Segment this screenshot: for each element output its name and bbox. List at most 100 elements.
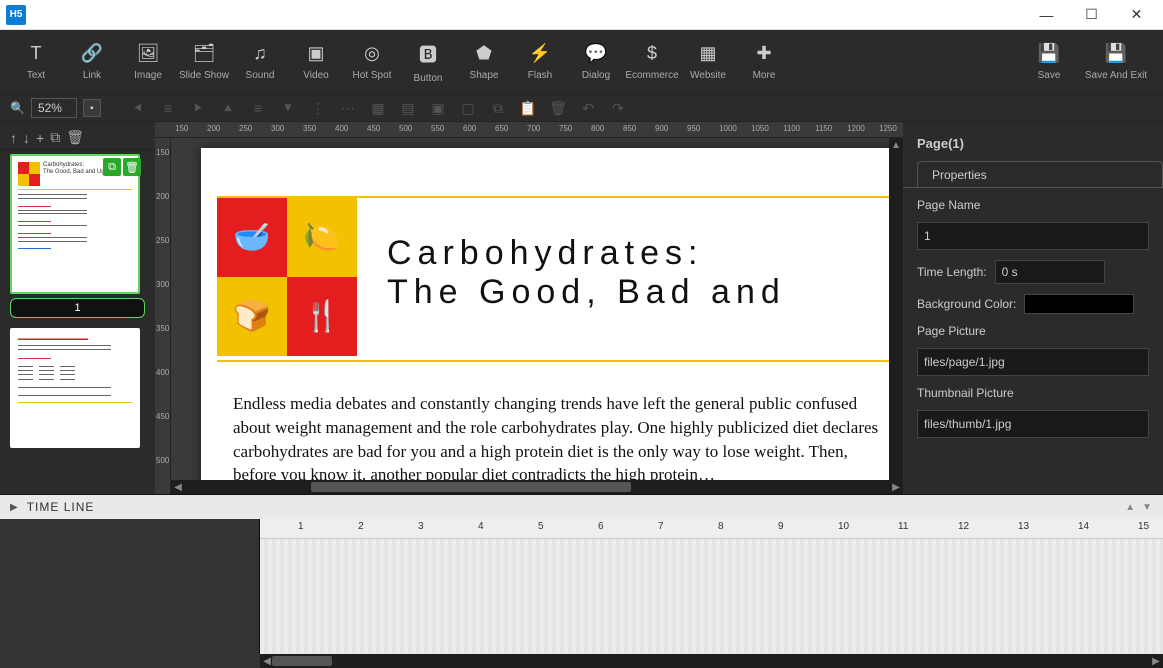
workspace: ↑ ↓ + ⧉ 🗑 Carbohydrates:The Good, Bad an… [0, 122, 1163, 494]
thumb-picture-input[interactable] [917, 410, 1149, 438]
window-controls: — ☐ ✕ [1024, 0, 1159, 30]
canvas-scrollbar-horizontal[interactable]: ◀ ▶ [171, 480, 903, 494]
page-name-input[interactable] [917, 222, 1149, 250]
more-icon: ✚ [756, 43, 771, 64]
page-picture-label: Page Picture [917, 324, 1149, 338]
tool-shape[interactable]: ⬟Shape [458, 43, 510, 81]
timeline-scrollbar[interactable]: ◀ ▶ [260, 654, 1163, 668]
align-top-button[interactable]: ⯅ [217, 97, 239, 119]
canvas-scrollbar-vertical[interactable]: ▲ [889, 138, 903, 480]
copy-button[interactable]: ⧉ [487, 97, 509, 119]
timeline-header[interactable]: ▶ TIME LINE ▲ ▼ [0, 495, 1163, 519]
bg-color-swatch[interactable] [1024, 294, 1134, 314]
save-exit-label: Save And Exit [1085, 70, 1147, 81]
tool-website[interactable]: ▦Website [682, 43, 734, 81]
bg-color-label: Background Color: [917, 297, 1016, 311]
doc-icon-grid: 🥣 🍋 🍞 🍴 [217, 198, 357, 356]
tool-dialog[interactable]: 💬Dialog [570, 43, 622, 81]
tool-text[interactable]: TText [10, 43, 62, 81]
tool-image[interactable]: 🖼Image [122, 43, 174, 81]
maximize-button[interactable]: ☐ [1069, 0, 1114, 30]
tool-video[interactable]: ▣Video [290, 43, 342, 81]
sound-icon: ♫ [253, 43, 267, 64]
video-icon: ▣ [307, 43, 324, 64]
timeline-tracks-label-area [0, 539, 260, 654]
align-bottom-button[interactable]: ⯆ [277, 97, 299, 119]
tool-flash[interactable]: ⚡Flash [514, 43, 566, 81]
link-icon: 🔗 [81, 43, 103, 64]
align-left-button[interactable]: ⯇ [127, 97, 149, 119]
page-add-button[interactable]: + [36, 130, 44, 146]
canvas[interactable]: 🥣 🍋 🍞 🍴 Carbohydrates:The Good, Bad and … [171, 138, 903, 494]
align-center-button[interactable]: ≡ [157, 97, 179, 119]
thumbnail-2[interactable]: ▬▬▬▬▬▬▬▬▬▬▬▬▬▬ ▬▬▬▬▬▬▬▬▬▬▬▬▬▬▬▬▬▬▬▬▬▬▬▬▬… [10, 328, 145, 448]
thumb-picture-label: Thumbnail Picture [917, 386, 1149, 400]
ruler-horizontal: 1502002503003504004505005506006507007508… [155, 122, 903, 138]
zoom-value[interactable]: 52% [31, 98, 77, 118]
page-name-label: Page Name [917, 198, 1149, 212]
thumb-copy-icon[interactable]: ⧉ [103, 158, 121, 176]
thumbnail-2-preview: ▬▬▬▬▬▬▬▬▬▬▬▬▬▬ ▬▬▬▬▬▬▬▬▬▬▬▬▬▬▬▬▬▬▬▬▬▬▬▬▬… [18, 336, 132, 403]
document-page[interactable]: 🥣 🍋 🍞 🍴 Carbohydrates:The Good, Bad and … [201, 148, 903, 494]
timeline-up-icon[interactable]: ▲ [1125, 502, 1136, 513]
tool-link[interactable]: 🔗Link [66, 43, 118, 81]
main-toolbar: TText🔗Link🖼Image🗂Slide Show♫Sound▣Video◎… [0, 30, 1163, 94]
tool-more[interactable]: ✚More [738, 43, 790, 81]
thumbnail-1[interactable]: Carbohydrates:The Good, Bad and Ugl… ▬▬▬… [10, 154, 145, 318]
page-delete-button[interactable]: 🗑 [66, 129, 84, 146]
align-right-button[interactable]: ⯈ [187, 97, 209, 119]
button-icon: 🅱 [419, 41, 437, 67]
group-button[interactable]: ▦ [367, 97, 389, 119]
timeline-collapse-icon[interactable]: ▶ [10, 502, 19, 513]
align-middle-button[interactable]: ≡ [247, 97, 269, 119]
hot-spot-icon: ◎ [364, 43, 380, 64]
flash-icon: ⚡ [529, 43, 551, 64]
close-button[interactable]: ✕ [1114, 0, 1159, 30]
page-picture-input[interactable] [917, 348, 1149, 376]
page-up-button[interactable]: ↑ [10, 130, 17, 146]
timeline-panel: ▶ TIME LINE ▲ ▼ 123456789101112131415 ◀ … [0, 494, 1163, 668]
zoom-control[interactable]: 🔍 52% ▪ [10, 98, 101, 118]
tool-ecommerce[interactable]: $Ecommerce [626, 43, 678, 81]
properties-panel-title: Page(1) [903, 130, 1163, 161]
thumbnail-list: Carbohydrates:The Good, Bad and Ugl… ▬▬▬… [0, 150, 155, 494]
undo-button[interactable]: ↶ [577, 97, 599, 119]
save-label: Save [1038, 70, 1061, 81]
save-button[interactable]: 💾 Save [1023, 43, 1075, 81]
paste-button[interactable]: 📋 [517, 97, 539, 119]
time-length-input[interactable] [995, 260, 1105, 284]
ungroup-button[interactable]: ▤ [397, 97, 419, 119]
tool-hot-spot[interactable]: ◎Hot Spot [346, 43, 398, 81]
tool-sound[interactable]: ♫Sound [234, 43, 286, 81]
thumb-delete-icon[interactable]: 🗑 [123, 158, 141, 176]
timeline-grid[interactable] [260, 539, 1163, 654]
tool-slide-show[interactable]: 🗂Slide Show [178, 43, 230, 81]
minimize-button[interactable]: — [1024, 0, 1069, 30]
redo-button[interactable]: ↷ [607, 97, 629, 119]
properties-tab[interactable]: Properties [917, 161, 1163, 188]
bring-front-button[interactable]: ▣ [427, 97, 449, 119]
save-icon: 💾 [1038, 43, 1060, 64]
secondary-toolbar: 🔍 52% ▪ ⯇ ≡ ⯈ ⯅ ≡ ⯆ ⋮ ⋯ ▦ ▤ ▣ ▢ ⧉ 📋 🗑 ↶ … [0, 94, 1163, 122]
timeline-down-icon[interactable]: ▼ [1142, 502, 1153, 513]
doc-title: Carbohydrates:The Good, Bad and [387, 234, 786, 312]
page-copy-button[interactable]: ⧉ [50, 129, 60, 146]
distribute-h-button[interactable]: ⋮ [307, 97, 329, 119]
delete-button[interactable]: 🗑 [547, 97, 569, 119]
zoom-dropdown[interactable]: ▪ [83, 99, 101, 117]
save-and-exit-button[interactable]: 💾 Save And Exit [1079, 43, 1153, 81]
text-icon: T [31, 43, 42, 64]
pages-panel: ↑ ↓ + ⧉ 🗑 Carbohydrates:The Good, Bad an… [0, 122, 155, 494]
website-icon: ▦ [699, 43, 716, 64]
send-back-button[interactable]: ▢ [457, 97, 479, 119]
tool-button[interactable]: 🅱Button [402, 41, 454, 84]
distribute-v-button[interactable]: ⋯ [337, 97, 359, 119]
save-exit-icon: 💾 [1105, 43, 1127, 64]
thumbnail-1-label: 1 [10, 298, 145, 318]
shape-icon: ⬟ [476, 43, 492, 64]
timeline-ruler: 123456789101112131415 [260, 519, 1163, 539]
pages-panel-tools: ↑ ↓ + ⧉ 🗑 [0, 126, 155, 150]
doc-body-text: Endless media debates and constantly cha… [233, 392, 893, 487]
page-down-button[interactable]: ↓ [23, 130, 30, 146]
properties-panel: Page(1) Properties Page Name Time Length… [903, 122, 1163, 494]
